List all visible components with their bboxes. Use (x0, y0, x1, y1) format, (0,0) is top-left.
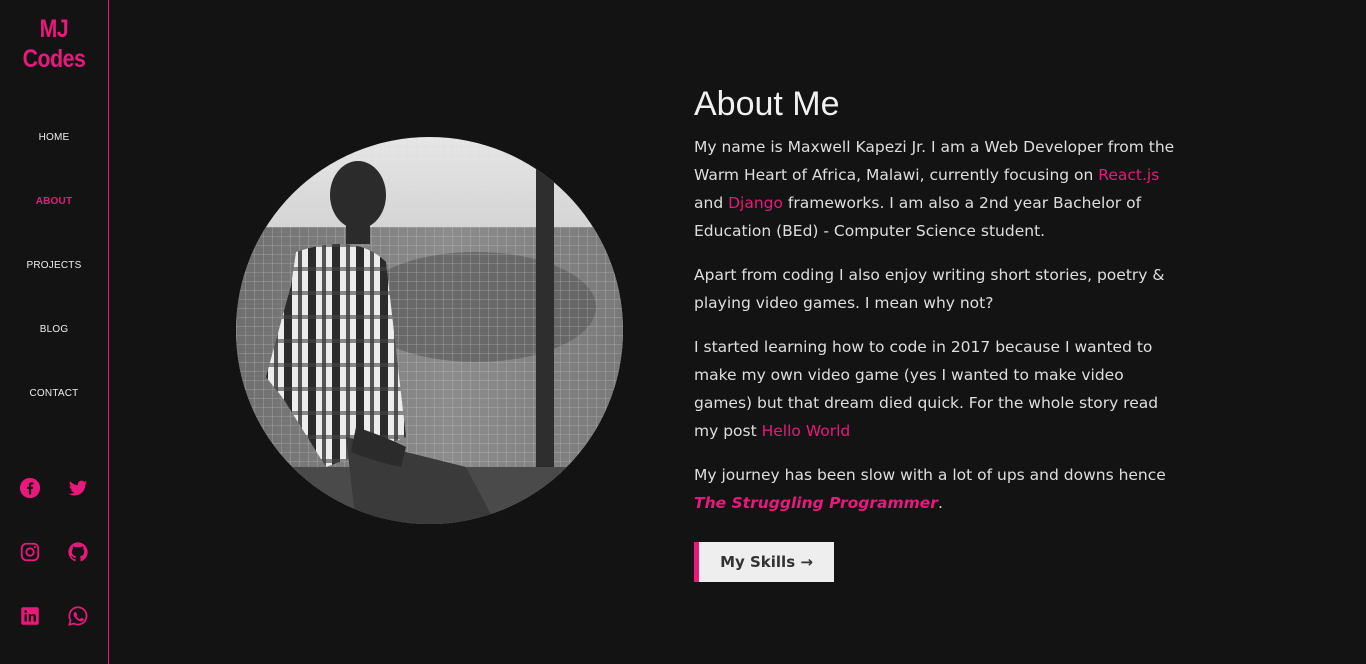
struggling-programmer-text: The Struggling Programmer (694, 494, 938, 512)
whatsapp-icon[interactable] (67, 605, 89, 627)
text: and (694, 194, 729, 212)
page-title: About Me (694, 85, 840, 123)
my-skills-button[interactable]: My Skills → (694, 542, 834, 582)
sidebar: MJ Codes HOME ABOUT PROJECTS BLOG CONTAC… (0, 0, 109, 664)
facebook-icon[interactable] (19, 477, 41, 499)
logo[interactable]: MJ Codes (8, 14, 100, 74)
logo-line-2: Codes (22, 45, 86, 73)
react-link[interactable]: React.js (1098, 166, 1159, 184)
nav-projects[interactable]: PROJECTS (0, 260, 108, 271)
profile-photo (236, 137, 623, 524)
about-paragraph-3: I started learning how to code in 2017 b… (694, 333, 1184, 445)
text: . (937, 494, 943, 512)
logo-line-1: MJ (39, 15, 69, 43)
instagram-icon[interactable] (19, 541, 41, 563)
about-paragraph-1: My name is Maxwell Kapezi Jr. I am a Web… (694, 133, 1184, 245)
twitter-icon[interactable] (67, 477, 89, 499)
nav-home[interactable]: HOME (0, 132, 108, 143)
django-link[interactable]: Django (728, 194, 783, 212)
about-paragraph-2: Apart from coding I also enjoy writing s… (694, 266, 1165, 312)
nav-blog[interactable]: BLOG (0, 324, 108, 335)
linkedin-icon[interactable] (19, 605, 41, 627)
hello-world-link[interactable]: Hello World (762, 422, 851, 440)
github-icon[interactable] (67, 541, 89, 563)
text: My journey has been slow with a lot of u… (694, 466, 1166, 484)
about-section: About Me My name is Maxwell Kapezi Jr. I… (694, 82, 1184, 517)
about-paragraph-4: My journey has been slow with a lot of u… (694, 461, 1184, 517)
nav-contact[interactable]: CONTACT (0, 388, 108, 399)
nav-about[interactable]: ABOUT (0, 196, 108, 207)
